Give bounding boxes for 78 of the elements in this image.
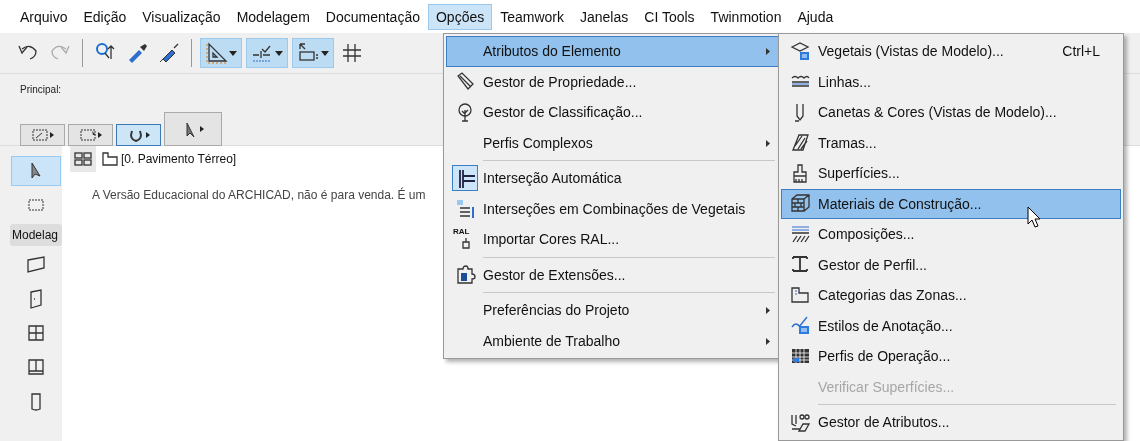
menu-item[interactable]: Visualização [134, 3, 229, 30]
menu-item[interactable]: Gestor de Perfil... [781, 249, 1121, 280]
menu-item[interactable]: Perfis de Operação... [781, 341, 1121, 372]
marquee-icon [78, 127, 97, 143]
shortcut-text: Ctrl+L [1062, 43, 1100, 60]
bricks-icon [789, 193, 811, 215]
triangle-ruler-icon [204, 41, 228, 65]
hatch-icon [789, 132, 811, 154]
menu-item[interactable]: Categorias das Zonas... [781, 280, 1121, 311]
menu-item[interactable]: Gestor de Propriedade... [446, 66, 780, 97]
toolbar-button[interactable] [292, 38, 334, 68]
submenu-arrow-icon [765, 336, 771, 346]
menu-item[interactable]: Teamwork [492, 3, 572, 30]
submenu-arrow-icon [765, 47, 771, 57]
menu-item[interactable]: CI Tools [636, 3, 703, 30]
expand-arrow-icon [96, 131, 103, 139]
puzzle-piece-icon [454, 264, 476, 286]
expand-arrow-icon [48, 131, 55, 139]
expand-arrow-icon [144, 131, 151, 139]
menu-item[interactable]: Modelagem [228, 3, 318, 30]
view-grid-button[interactable] [70, 146, 96, 172]
composite-icon [789, 223, 811, 245]
menu-item[interactable]: Preferências do Projeto [446, 290, 780, 326]
menu-item[interactable]: Janelas [572, 3, 637, 30]
menu-item[interactable]: Arquivo [12, 3, 76, 30]
paint-brush-icon [462, 238, 470, 250]
dropdown-arrow-icon [228, 49, 238, 57]
icon-label: RAL [453, 228, 470, 237]
slab-icon [789, 40, 811, 62]
toolbar-button[interactable] [200, 38, 242, 68]
submenu-arrow-icon [765, 138, 771, 148]
menu-item[interactable]: Canetas & Cores (Vistas de Modelo)... [781, 97, 1121, 128]
menu-item[interactable]: Gestor de Extensões... [446, 254, 780, 290]
dropdown-arrow-icon [320, 49, 330, 57]
tool-button[interactable] [164, 112, 222, 146]
syringe-icon [157, 41, 181, 65]
toolbox-section-tab[interactable]: Modelag [10, 224, 62, 246]
menu-item[interactable]: Ambiente de Trabalho [446, 325, 780, 356]
menu-item[interactable]: Gestor de Atributos... [781, 402, 1121, 438]
menu-item[interactable]: Interseção Automática [446, 158, 780, 194]
mouse-pointer-icon [1027, 206, 1041, 228]
menu-item[interactable]: RAL Importar Cores RAL... [446, 224, 780, 255]
submenu-arrow-icon [765, 306, 771, 316]
menu-item[interactable]: Estilos de Anotação... [781, 310, 1121, 341]
dropdown-arrow-icon [274, 49, 284, 57]
menu-item[interactable]: Edição [75, 3, 135, 30]
notice-text: A Versão Educacional do ARCHICAD, não é para venda. É um [92, 188, 427, 202]
grid-view-icon [74, 152, 92, 166]
skylight-icon [26, 357, 46, 377]
annotation-icon [789, 315, 811, 337]
panel-label: Principal: [20, 84, 62, 95]
layers-icon [454, 198, 476, 220]
menu-item[interactable]: Opções [427, 3, 493, 30]
menu-item[interactable]: Superfícies... [781, 158, 1121, 189]
menu-item[interactable]: Twinmotion [702, 3, 790, 30]
menu-item[interactable]: Atributos do Elemento [446, 36, 780, 67]
toolbar-button[interactable] [246, 38, 288, 68]
zone-icon [789, 284, 811, 306]
floor-plan-icon [102, 152, 118, 166]
tool-button[interactable] [11, 156, 61, 186]
menu-item[interactable]: Materiais de Construção... [781, 188, 1121, 219]
window-icon [26, 323, 46, 343]
menu-item[interactable]: Ajuda [789, 3, 842, 30]
menu-item[interactable]: Gestor de Classificação... [446, 97, 780, 128]
menu-item[interactable]: Interseções em Combinações de Vegetais [446, 193, 780, 224]
menu-item[interactable]: Documentação [317, 3, 428, 30]
menu-item[interactable]: Tramas... [781, 127, 1121, 158]
menu-item[interactable]: Perfis Complexos [446, 127, 780, 158]
expand-arrow-icon [199, 125, 205, 133]
wall-icon [26, 255, 46, 275]
marquee-icon [30, 127, 49, 143]
view-tab[interactable]: [0. Pavimento Térreo] [121, 152, 237, 166]
grid-snap-icon [340, 41, 364, 65]
menu-item[interactable]: Linhas... [781, 66, 1121, 97]
attributes-icon [789, 411, 811, 433]
menu-item[interactable]: Composições... [781, 219, 1121, 250]
menu-item[interactable]: Vegetais (Vistas de Modelo)... Ctrl+L [781, 36, 1121, 67]
tool-button[interactable] [116, 124, 161, 146]
